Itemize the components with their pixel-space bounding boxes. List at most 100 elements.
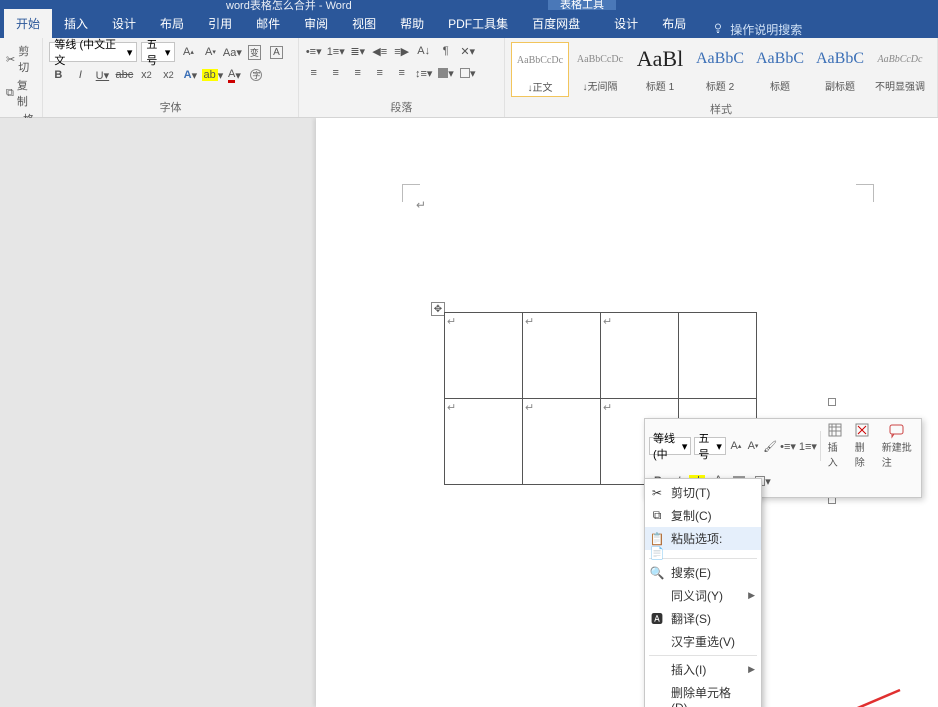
styles-group-label: 样式 — [505, 99, 937, 117]
tab-review[interactable]: 审阅 — [292, 9, 340, 38]
font-color-button[interactable]: A▾ — [225, 66, 243, 84]
mini-format-painter[interactable]: 🖌 — [763, 437, 777, 455]
tab-pdf-tools[interactable]: PDF工具集 — [436, 9, 520, 38]
text-effects-button[interactable]: A▾ — [181, 66, 199, 84]
numbering-button[interactable]: 1≡▾ — [327, 42, 345, 60]
table-cell[interactable]: ↵ — [445, 313, 523, 399]
distributed-button[interactable]: ≡ — [393, 64, 411, 82]
mini-font-size[interactable]: 五号▾ — [694, 437, 725, 455]
table-cell[interactable]: ↵ — [601, 313, 679, 399]
tab-references[interactable]: 引用 — [196, 9, 244, 38]
mini-shrink-font[interactable]: A▾ — [746, 437, 760, 455]
style-heading2[interactable]: AaBbC 标题 2 — [691, 42, 749, 95]
tab-table-layout[interactable]: 布局 — [650, 9, 698, 38]
table-move-handle[interactable]: ✥ — [431, 302, 445, 316]
table-cell[interactable]: ↵ — [445, 399, 523, 485]
tell-me-search[interactable]: 操作说明搜索 — [712, 21, 802, 38]
ribbon-tabs: 开始 插入 设计 布局 引用 邮件 审阅 视图 帮助 PDF工具集 百度网盘 设… — [0, 10, 938, 38]
tab-insert[interactable]: 插入 — [52, 9, 100, 38]
bullets-button[interactable]: •≡▾ — [305, 42, 323, 60]
align-left-button[interactable]: ≡ — [305, 64, 323, 82]
mini-font-name[interactable]: 等线 (中▾ — [649, 437, 691, 455]
table-row[interactable]: ↵ ↵ ↵ — [445, 313, 757, 399]
table-cell[interactable]: ↵ — [523, 399, 601, 485]
mini-numbering[interactable]: 1≡▾ — [799, 437, 817, 455]
font-group-label: 字体 — [49, 97, 291, 115]
cm-delete-cells[interactable]: 删除单元格(D)... — [645, 681, 761, 707]
mini-insert-button[interactable]: 插入 — [824, 423, 848, 469]
superscript-button[interactable]: x2 — [159, 66, 177, 84]
cm-cut[interactable]: ✂ 剪切(T) — [645, 481, 761, 504]
grid-x-icon — [855, 423, 871, 439]
borders-button[interactable]: ▾ — [459, 64, 477, 82]
shading-button[interactable]: ▾ — [437, 64, 455, 82]
sort-button[interactable]: A↓ — [415, 42, 433, 60]
asian-layout-button[interactable]: ✕▾ — [459, 42, 477, 60]
grow-font-button[interactable]: A▴ — [179, 43, 197, 61]
cut-button[interactable]: ✂剪切 — [6, 42, 36, 76]
style-title[interactable]: AaBbC 标题 — [751, 42, 809, 95]
style-gallery[interactable]: AaBbCcDc ↓正文 AaBbCcDc ↓无间隔 AaBl 标题 1 AaB… — [505, 38, 937, 99]
tab-help[interactable]: 帮助 — [388, 9, 436, 38]
align-center-button[interactable]: ≡ — [327, 64, 345, 82]
decrease-indent-button[interactable]: ◀≡ — [371, 42, 389, 60]
mini-delete-button[interactable]: 删除 — [851, 423, 875, 469]
mini-bullets[interactable]: •≡▾ — [780, 437, 796, 455]
comment-icon — [889, 423, 905, 439]
tab-layout[interactable]: 布局 — [148, 9, 196, 38]
align-right-button[interactable]: ≡ — [349, 64, 367, 82]
tab-home[interactable]: 开始 — [4, 9, 52, 38]
clear-formatting-button[interactable]: A — [267, 43, 285, 61]
cm-paste-option-keep[interactable]: 📄 — [645, 550, 761, 556]
highlight-button[interactable]: ab▾ — [203, 66, 221, 84]
clipboard-icon: 📋 — [650, 532, 664, 546]
cm-copy[interactable]: ⧉ 复制(C) — [645, 504, 761, 527]
change-case-button[interactable]: Aa▾ — [223, 43, 241, 61]
shrink-font-button[interactable]: A▾ — [201, 43, 219, 61]
selection-handle[interactable] — [828, 398, 836, 406]
enclose-char-button[interactable]: 字 — [247, 66, 265, 84]
font-group: 等线 (中文正文▾ 五号▾ A▴ A▾ Aa▾ 变 A B I U▾ abc x… — [43, 38, 298, 117]
cm-reconvert[interactable]: 汉字重选(V) — [645, 630, 761, 653]
cm-translate[interactable]: 🅰 翻译(S) — [645, 607, 761, 630]
style-subtle-emphasis[interactable]: AaBbCcDc 不明显强调 — [871, 42, 929, 95]
strikethrough-button[interactable]: abc — [115, 66, 133, 84]
copy-button[interactable]: ⧉复制 — [6, 76, 36, 110]
tab-design[interactable]: 设计 — [100, 9, 148, 38]
document-page[interactable]: ↵ ✥ ↵ ↵ ↵ ↵ ↵ ↵ — [316, 118, 938, 707]
style-subtitle[interactable]: AaBbC 副标题 — [811, 42, 869, 95]
multilevel-button[interactable]: ≣▾ — [349, 42, 367, 60]
style-normal[interactable]: AaBbCcDc ↓正文 — [511, 42, 569, 97]
ribbon: ✂剪切 ⧉复制 🖌格式刷 板 等线 (中文正文▾ 五号▾ A▴ A▾ Aa▾ 变… — [0, 38, 938, 118]
cm-synonym[interactable]: 同义词(Y) ▶ — [645, 584, 761, 607]
cm-search[interactable]: 🔍 搜索(E) — [645, 561, 761, 584]
style-no-spacing[interactable]: AaBbCcDc ↓无间隔 — [571, 42, 629, 95]
underline-button[interactable]: U▾ — [93, 66, 111, 84]
paragraph-mark: ↵ — [416, 198, 426, 212]
mini-grow-font[interactable]: A▴ — [729, 437, 743, 455]
increase-indent-button[interactable]: ≡▶ — [393, 42, 411, 60]
line-spacing-button[interactable]: ↕≡▾ — [415, 64, 433, 82]
scissors-icon: ✂ — [6, 53, 15, 66]
bold-button[interactable]: B — [49, 66, 67, 84]
tab-mailings[interactable]: 邮件 — [244, 9, 292, 38]
paragraph-group-label: 段落 — [305, 97, 498, 115]
italic-button[interactable]: I — [71, 66, 89, 84]
justify-button[interactable]: ≡ — [371, 64, 389, 82]
tab-baidu-netdisk[interactable]: 百度网盘 — [520, 9, 592, 38]
table-cell[interactable] — [679, 313, 757, 399]
tab-view[interactable]: 视图 — [340, 9, 388, 38]
copy-icon: ⧉ — [650, 509, 664, 523]
cm-insert[interactable]: 插入(I) ▶ — [645, 658, 761, 681]
show-marks-button[interactable]: ¶ — [437, 42, 455, 60]
tab-table-design[interactable]: 设计 — [602, 9, 650, 38]
table-cell[interactable]: ↵ — [523, 313, 601, 399]
tell-me-placeholder: 操作说明搜索 — [730, 21, 802, 38]
mini-new-comment-button[interactable]: 新建批注 — [878, 423, 917, 469]
font-name-combo[interactable]: 等线 (中文正文▾ — [49, 42, 137, 62]
phonetic-guide-button[interactable]: 变 — [245, 43, 263, 61]
style-heading1[interactable]: AaBl 标题 1 — [631, 42, 689, 95]
window-title: word表格怎么合并 - Word — [226, 0, 352, 13]
subscript-button[interactable]: x2 — [137, 66, 155, 84]
font-size-combo[interactable]: 五号▾ — [141, 42, 175, 62]
